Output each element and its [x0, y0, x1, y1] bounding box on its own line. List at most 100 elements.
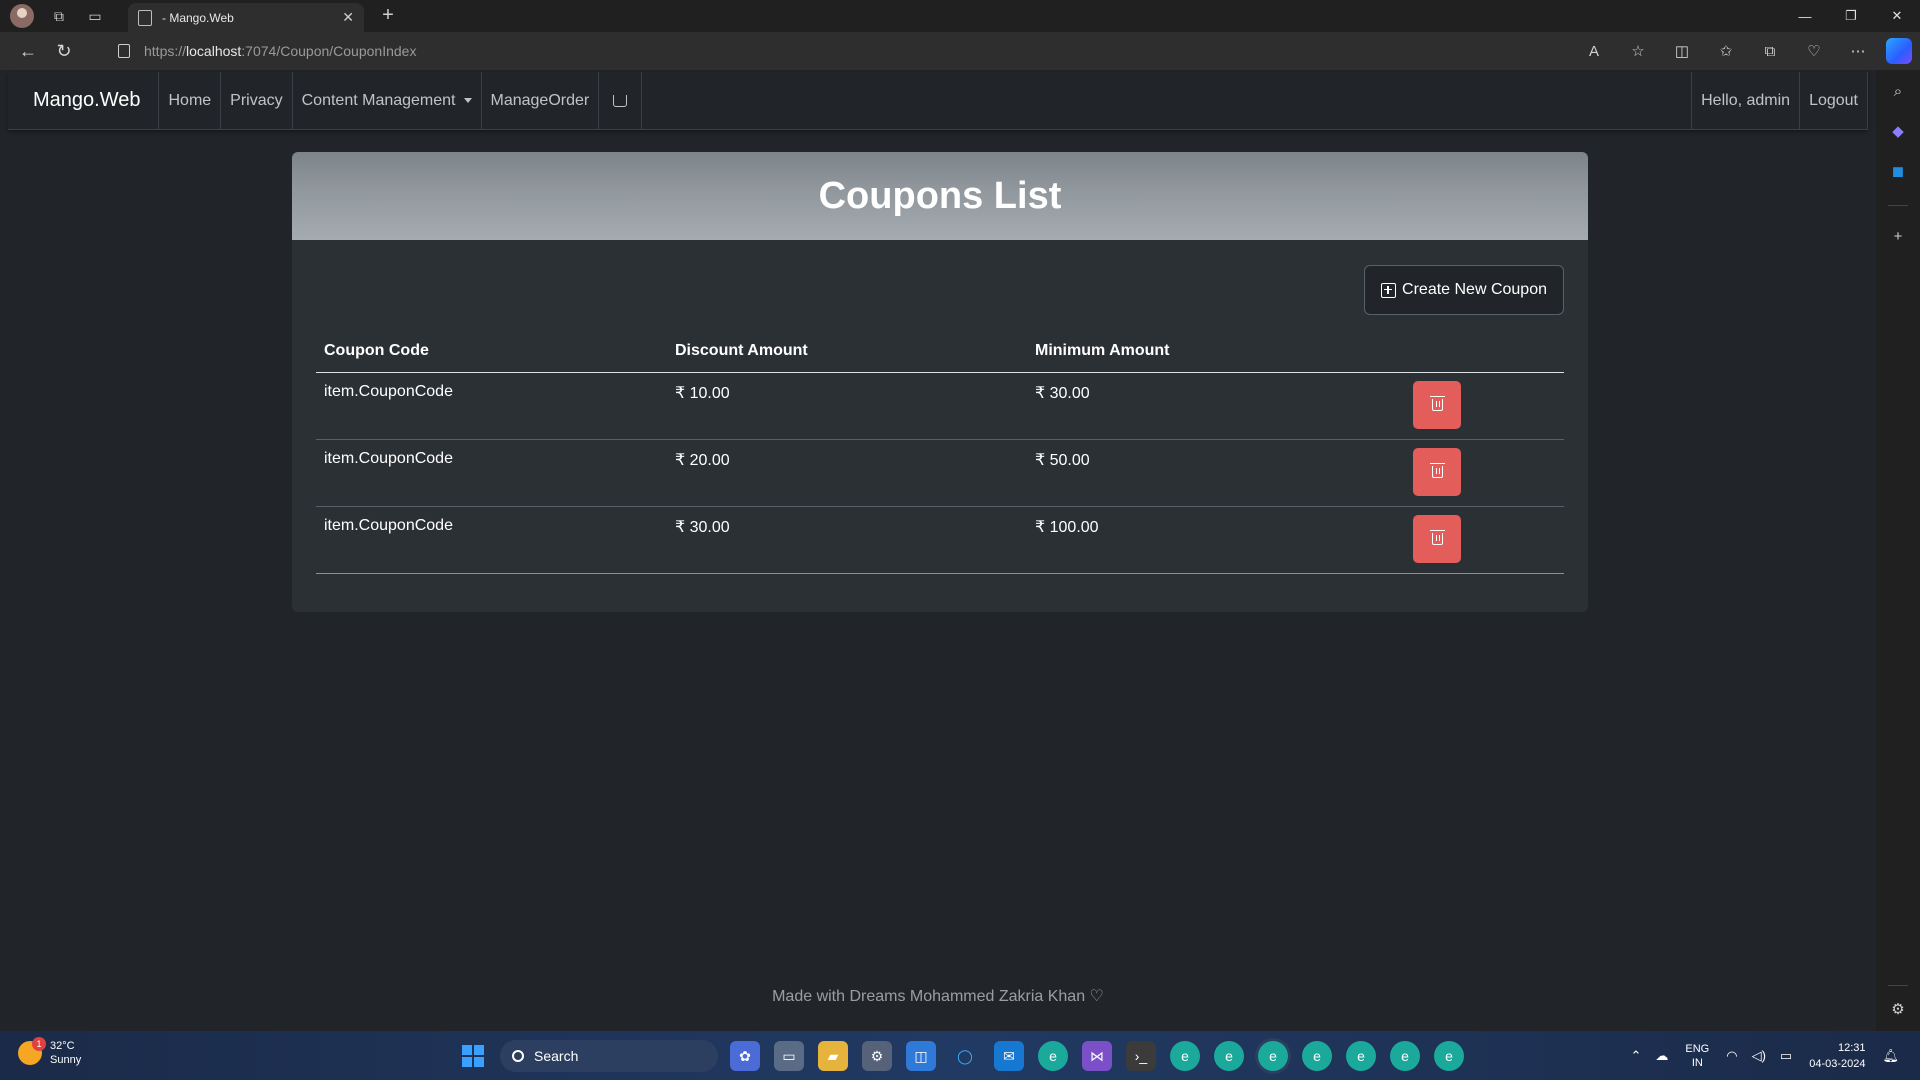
- browser-tab[interactable]: - Mango.Web ✕: [128, 3, 364, 32]
- collections-icon[interactable]: ⧉: [1748, 35, 1792, 67]
- battery-icon[interactable]: ▭: [1780, 1048, 1792, 1064]
- nav-manage-order[interactable]: ManageOrder: [480, 71, 599, 130]
- copilot-icon[interactable]: [1886, 38, 1912, 64]
- url-text: https://localhost:7074/Coupon/CouponInde…: [144, 43, 417, 59]
- url-field[interactable]: https://localhost:7074/Coupon/CouponInde…: [106, 35, 1616, 67]
- refresh-icon[interactable]: ↻: [48, 35, 80, 67]
- weather-badge: 1: [32, 1037, 46, 1051]
- coupons-card: Coupons List Create New Coupon Coupon Co…: [292, 152, 1588, 612]
- brand-link[interactable]: Mango.Web: [33, 89, 140, 112]
- page-footer: Made with Dreams Mohammed Zakria Khan ♡: [772, 988, 1104, 1005]
- minimize-icon[interactable]: —: [1782, 0, 1828, 32]
- settings-app-icon[interactable]: ⚙: [862, 1041, 892, 1071]
- nav-home[interactable]: Home: [158, 71, 220, 130]
- profile-avatar[interactable]: [10, 4, 34, 28]
- terminal-icon[interactable]: ›_: [1126, 1041, 1156, 1071]
- header-minimum-amount: Minimum Amount: [1027, 330, 1405, 373]
- favorites-icon[interactable]: ✩: [1704, 35, 1748, 67]
- sidebar-divider: [1888, 205, 1908, 206]
- file-explorer-icon[interactable]: ▰: [818, 1041, 848, 1071]
- copilot-sidebar-icon[interactable]: ◆: [1887, 120, 1909, 142]
- table-header-row: Coupon Code Discount Amount Minimum Amou…: [316, 330, 1564, 373]
- weather-widget[interactable]: 1 32°C Sunny: [18, 1037, 81, 1067]
- settings-gear-icon[interactable]: ⚙: [1887, 998, 1909, 1020]
- edge-app-icon[interactable]: e: [1390, 1041, 1420, 1071]
- nav-privacy[interactable]: Privacy: [220, 71, 291, 130]
- restore-icon[interactable]: ❐: [1828, 0, 1874, 32]
- start-windows-icon[interactable]: [462, 1045, 484, 1067]
- lang-bottom: IN: [1691, 1056, 1703, 1069]
- search-icon: [512, 1050, 524, 1062]
- cell-discount: ₹ 10.00: [667, 372, 1027, 440]
- new-tab-icon[interactable]: +: [376, 4, 400, 27]
- trash-icon: [1429, 529, 1445, 545]
- read-aloud-icon[interactable]: A: [1572, 35, 1616, 67]
- cloud-icon[interactable]: ☁: [1655, 1048, 1668, 1064]
- task-view-icon[interactable]: ▭: [774, 1041, 804, 1071]
- taskbar-search[interactable]: Search: [500, 1040, 718, 1072]
- notification-bell-icon[interactable]: 🔔︎: [1882, 1048, 1899, 1064]
- cell-minimum: ₹ 30.00: [1027, 372, 1405, 440]
- header-coupon-code: Coupon Code: [316, 330, 667, 373]
- weather-temp: 32°C: [50, 1040, 75, 1052]
- nav-user-area: Hello, admin Logout: [1691, 72, 1868, 130]
- edge-app-icon[interactable]: e: [1214, 1041, 1244, 1071]
- cell-minimum: ₹ 50.00: [1027, 439, 1405, 507]
- edge-app-icon[interactable]: e: [1346, 1041, 1376, 1071]
- cell-actions: [1405, 439, 1564, 507]
- performance-icon[interactable]: ♡: [1792, 35, 1836, 67]
- edge-app-icon[interactable]: e: [1302, 1041, 1332, 1071]
- create-coupon-button[interactable]: Create New Coupon: [1364, 265, 1564, 315]
- lang-top: ENG: [1685, 1042, 1710, 1055]
- edge-app-icon[interactable]: e: [1170, 1041, 1200, 1071]
- widgets-app-icon[interactable]: ✿: [730, 1041, 760, 1071]
- edge-app-icon[interactable]: e: [1434, 1041, 1464, 1071]
- nav-logout[interactable]: Logout: [1799, 72, 1868, 130]
- edge-app-icon[interactable]: e: [1038, 1041, 1068, 1071]
- page-icon: [138, 9, 152, 26]
- taskbar-search-label: Search: [534, 1048, 579, 1064]
- table-row: item.CouponCode ₹ 30.00 ₹ 100.00: [316, 506, 1564, 574]
- clock-time: 12:31: [1837, 1041, 1866, 1054]
- store-icon[interactable]: ◫: [906, 1041, 936, 1071]
- chevron-up-icon[interactable]: ⌃: [1630, 1048, 1641, 1064]
- cortana-icon[interactable]: ◯: [950, 1041, 980, 1071]
- tab-actions-icon[interactable]: ▭: [84, 5, 106, 27]
- close-tab-icon[interactable]: ✕: [342, 9, 354, 26]
- more-menu-icon[interactable]: ⋯: [1836, 35, 1880, 67]
- trash-icon: [1429, 395, 1445, 411]
- wifi-icon[interactable]: ◠: [1726, 1048, 1737, 1064]
- nav-cart[interactable]: [598, 71, 643, 130]
- page-viewport: Mango.Web Home Privacy Content Managemen…: [0, 70, 1876, 1031]
- nav-greeting[interactable]: Hello, admin: [1691, 72, 1799, 130]
- edge-sidebar: ⌕ ◆ ◼ + ⚙: [1876, 70, 1920, 1031]
- delete-button[interactable]: [1413, 447, 1461, 496]
- edge-app-icon[interactable]: e: [1258, 1041, 1288, 1071]
- language-indicator[interactable]: ENG IN: [1685, 1042, 1709, 1070]
- back-icon[interactable]: ←: [12, 35, 44, 67]
- cell-discount: ₹ 30.00: [667, 506, 1027, 574]
- chevron-down-icon: [463, 98, 472, 103]
- workspaces-icon[interactable]: ⧉: [48, 5, 70, 27]
- windows-taskbar: 1 32°C Sunny Search ✿ ▭ ▰ ⚙ ◫ ◯ ✉ e ⋈ ›_…: [0, 1031, 1920, 1080]
- favorite-star-icon[interactable]: ☆: [1616, 35, 1660, 67]
- split-screen-icon[interactable]: ◫: [1660, 35, 1704, 67]
- trash-icon: [1429, 462, 1445, 478]
- sidebar-divider: [1888, 985, 1908, 986]
- volume-icon[interactable]: ◁): [1752, 1048, 1766, 1064]
- header-actions: [1405, 330, 1564, 373]
- cell-coupon-code: item.CouponCode: [316, 372, 667, 440]
- outlook-icon[interactable]: ◼: [1887, 160, 1909, 182]
- visual-studio-icon[interactable]: ⋈: [1082, 1041, 1112, 1071]
- page-title: Coupons List: [818, 174, 1062, 217]
- outlook-app-icon[interactable]: ✉: [994, 1041, 1024, 1071]
- delete-button[interactable]: [1413, 514, 1461, 563]
- search-icon[interactable]: ⌕: [1887, 80, 1909, 102]
- delete-button[interactable]: [1413, 380, 1461, 429]
- add-icon[interactable]: +: [1887, 225, 1909, 247]
- clock[interactable]: 12:31 04-03-2024: [1809, 1040, 1865, 1072]
- header-discount-amount: Discount Amount: [667, 330, 1027, 373]
- nav-content-management[interactable]: Content Management: [291, 71, 481, 130]
- sun-icon: 1: [18, 1037, 46, 1065]
- close-window-icon[interactable]: ✕: [1874, 0, 1920, 32]
